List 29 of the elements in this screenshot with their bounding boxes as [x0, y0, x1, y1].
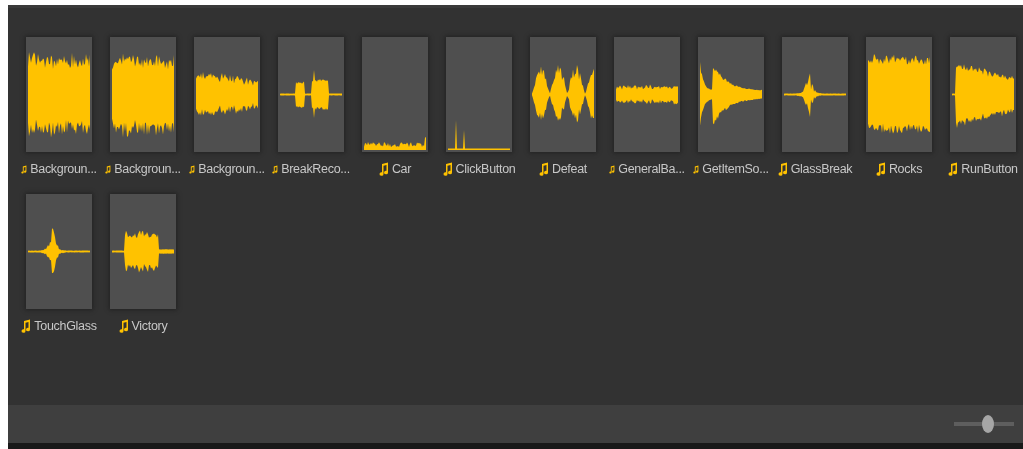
waveform-thumbnail[interactable] [446, 37, 512, 152]
asset-name[interactable]: GlassBreak [790, 162, 853, 176]
asset-name[interactable]: Car [391, 162, 412, 176]
waveform-thumbnail[interactable] [110, 37, 176, 152]
waveform-thumbnail[interactable] [866, 37, 932, 152]
waveform-thumbnail[interactable] [278, 37, 344, 152]
asset-name[interactable]: Backgroun... [198, 162, 265, 176]
waveform-thumbnail[interactable] [362, 37, 428, 152]
asset-name[interactable]: GeneralBa... [618, 162, 685, 176]
waveform-thumbnail[interactable] [530, 37, 596, 152]
waveform-thumbnail[interactable] [194, 37, 260, 152]
asset-name[interactable]: Rocks [888, 162, 923, 176]
asset-name[interactable]: GetItemSo... [702, 162, 769, 176]
asset-name[interactable]: RunButton [961, 162, 1018, 176]
waveform-thumbnail[interactable] [614, 37, 680, 152]
asset-name[interactable]: Defeat [552, 162, 587, 176]
waveform-thumbnail[interactable] [26, 194, 92, 309]
asset-name[interactable]: BreakReco... [281, 162, 350, 176]
asset-name[interactable]: ClickButton [455, 162, 516, 176]
waveform-thumbnail[interactable] [110, 194, 176, 309]
waveform-thumbnail[interactable] [698, 37, 764, 152]
slider-thumb[interactable] [981, 415, 994, 433]
waveform-thumbnail[interactable] [26, 37, 92, 152]
waveform-thumbnail[interactable] [950, 37, 1016, 152]
asset-name[interactable]: Backgroun... [30, 162, 97, 176]
asset-name[interactable]: TouchGlass [34, 319, 97, 333]
waveform-thumbnail[interactable] [782, 37, 848, 152]
asset-name[interactable]: Backgroun... [114, 162, 181, 176]
asset-name[interactable]: Victory [131, 319, 168, 333]
